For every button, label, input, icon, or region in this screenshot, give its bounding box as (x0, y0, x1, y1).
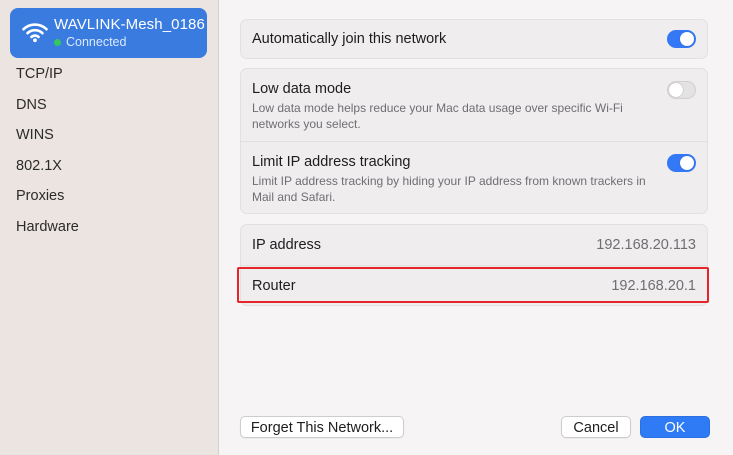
sidebar-item-wins[interactable]: WINS (16, 125, 79, 156)
router-row: Router 192.168.20.1 (241, 265, 707, 305)
auto-join-group: Automatically join this network (240, 19, 708, 59)
router-label: Router (252, 278, 296, 294)
toggle-knob (680, 32, 694, 46)
sidebar-item-8021x[interactable]: 802.1X (16, 156, 79, 187)
toggle-knob (669, 83, 683, 97)
network-item-selected[interactable]: WAVLINK-Mesh_0186 Connected (10, 8, 207, 58)
sidebar-item-hardware[interactable]: Hardware (16, 217, 79, 248)
network-status: Connected (54, 35, 126, 49)
limit-ip-toggle[interactable] (667, 154, 696, 172)
ip-address-label: IP address (252, 237, 322, 253)
low-data-description: Low data mode helps reduce your Mac data… (252, 101, 623, 131)
main-panel: Automatically join this network Low data… (219, 0, 733, 455)
sidebar-item-proxies[interactable]: Proxies (16, 186, 79, 217)
network-name: WAVLINK-Mesh_0186 (54, 16, 205, 33)
auto-join-label: Automatically join this network (252, 31, 447, 47)
router-value: 192.168.20.1 (611, 278, 696, 294)
wifi-icon (22, 23, 48, 43)
cancel-button[interactable]: Cancel (561, 416, 631, 438)
connected-dot-icon (54, 38, 61, 46)
low-data-row: Low data mode Low data mode helps reduce… (241, 69, 707, 141)
limit-ip-row: Limit IP address tracking Limit IP addre… (241, 141, 707, 213)
sidebar-nav: TCP/IP DNS WINS 802.1X Proxies Hardware (16, 64, 79, 248)
forget-network-button[interactable]: Forget This Network... (240, 416, 404, 438)
ip-address-row: IP address 192.168.20.113 (241, 225, 707, 265)
ok-button[interactable]: OK (640, 416, 710, 438)
ip-address-value: 192.168.20.113 (596, 237, 696, 253)
toggle-knob (680, 156, 694, 170)
limit-ip-label: Limit IP address tracking (252, 154, 411, 170)
auto-join-toggle[interactable] (667, 30, 696, 48)
sidebar-item-dns[interactable]: DNS (16, 95, 79, 126)
sidebar-item-tcpip[interactable]: TCP/IP (16, 64, 79, 95)
network-status-label: Connected (66, 35, 127, 49)
sidebar: WAVLINK-Mesh_0186 Connected TCP/IP DNS W… (0, 0, 219, 455)
low-data-toggle[interactable] (667, 81, 696, 99)
low-data-label: Low data mode (252, 81, 352, 97)
privacy-group: Low data mode Low data mode helps reduce… (240, 68, 708, 214)
auto-join-row: Automatically join this network (241, 20, 707, 58)
address-group: IP address 192.168.20.113 Router 192.168… (240, 224, 708, 306)
limit-ip-description: Limit IP address tracking by hiding your… (252, 174, 646, 204)
